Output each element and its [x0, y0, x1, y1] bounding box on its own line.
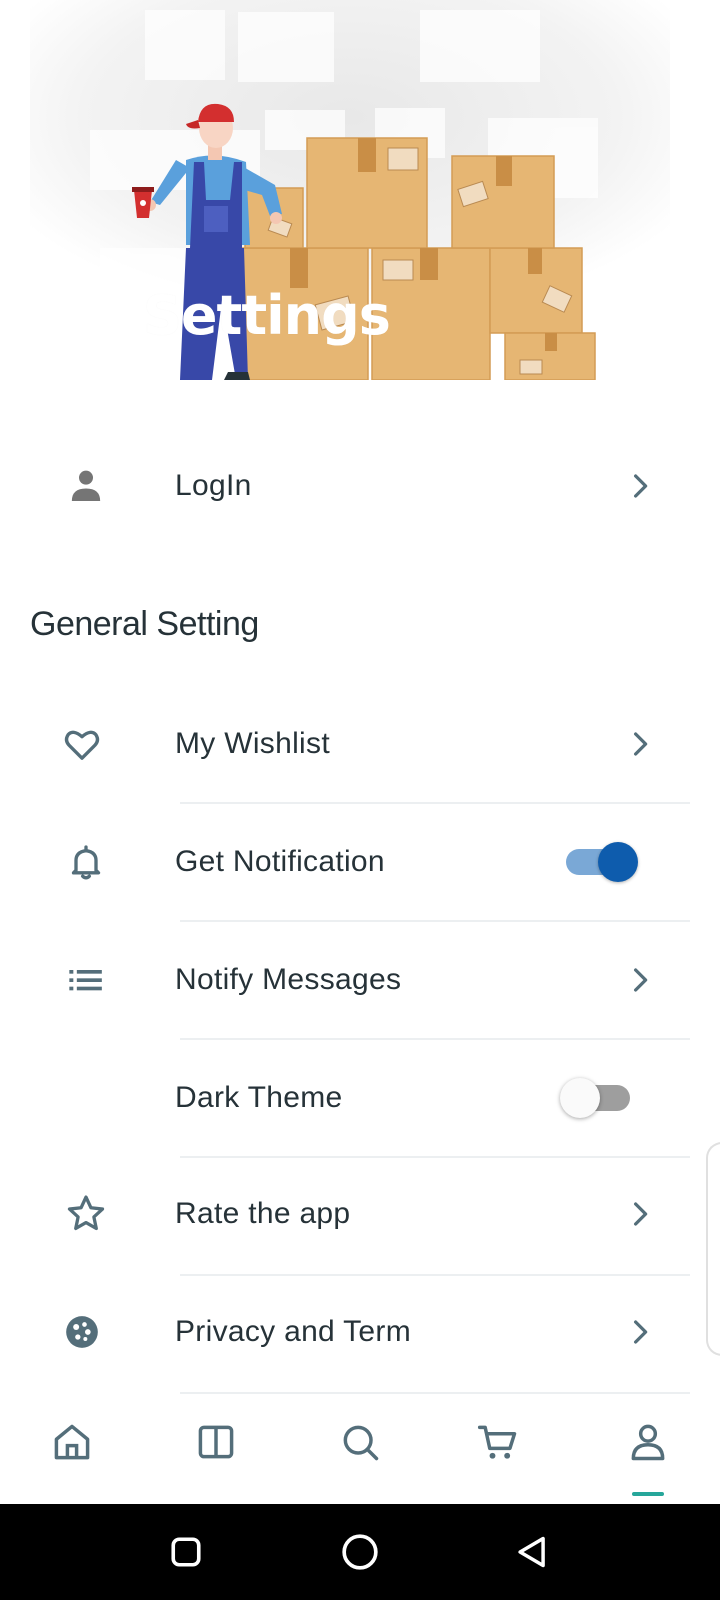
notification-toggle[interactable] — [560, 838, 640, 886]
home-icon[interactable] — [42, 1412, 102, 1472]
list-icon — [62, 956, 110, 1004]
setting-row-rate-app[interactable]: Rate the app — [0, 1156, 720, 1272]
toggle-thumb — [560, 1078, 600, 1118]
cart-icon[interactable] — [468, 1412, 528, 1472]
star-icon — [62, 1190, 110, 1238]
dark-theme-toggle[interactable] — [560, 1074, 640, 1122]
bottom-navigation — [0, 1404, 720, 1504]
setting-label: Privacy and Term — [175, 1315, 411, 1348]
setting-label: Get Notification — [175, 845, 385, 878]
setting-label: Dark Theme — [175, 1081, 343, 1114]
setting-row-notification[interactable]: Get Notification — [0, 804, 720, 920]
setting-row-dark-theme[interactable]: Dark Theme — [0, 1040, 720, 1156]
settings-header: Settings — [0, 0, 720, 380]
toggle-thumb — [598, 842, 638, 882]
bell-icon — [62, 838, 110, 886]
chevron-right-icon — [620, 724, 660, 764]
moon-icon — [62, 1074, 110, 1122]
setting-label: Rate the app — [175, 1197, 351, 1230]
search-icon[interactable] — [330, 1412, 390, 1472]
catalog-icon[interactable] — [186, 1412, 246, 1472]
login-row[interactable]: LogIn — [0, 428, 720, 544]
divider — [180, 1392, 690, 1394]
chevron-right-icon — [620, 960, 660, 1000]
recents-icon[interactable] — [162, 1528, 210, 1576]
chevron-right-icon — [620, 1194, 660, 1234]
setting-row-wishlist[interactable]: My Wishlist — [0, 686, 720, 802]
chevron-right-icon — [620, 466, 660, 506]
system-navigation-bar — [0, 1504, 720, 1600]
login-label: LogIn — [175, 469, 252, 502]
back-icon[interactable] — [508, 1528, 556, 1576]
setting-label: My Wishlist — [175, 727, 330, 760]
section-title-general: General Setting — [30, 605, 259, 643]
person-icon — [62, 462, 110, 510]
cookie-icon — [58, 1308, 106, 1356]
setting-row-privacy[interactable]: Privacy and Term — [0, 1274, 720, 1390]
profile-icon[interactable] — [618, 1412, 678, 1472]
side-panel-handle[interactable] — [706, 1142, 720, 1356]
home-circle-icon[interactable] — [336, 1528, 384, 1576]
heart-icon — [58, 720, 106, 768]
setting-row-notify-messages[interactable]: Notify Messages — [0, 922, 720, 1038]
active-tab-indicator — [632, 1492, 664, 1496]
setting-label: Notify Messages — [175, 963, 402, 996]
chevron-right-icon — [620, 1312, 660, 1352]
page-title: Settings — [143, 284, 391, 347]
